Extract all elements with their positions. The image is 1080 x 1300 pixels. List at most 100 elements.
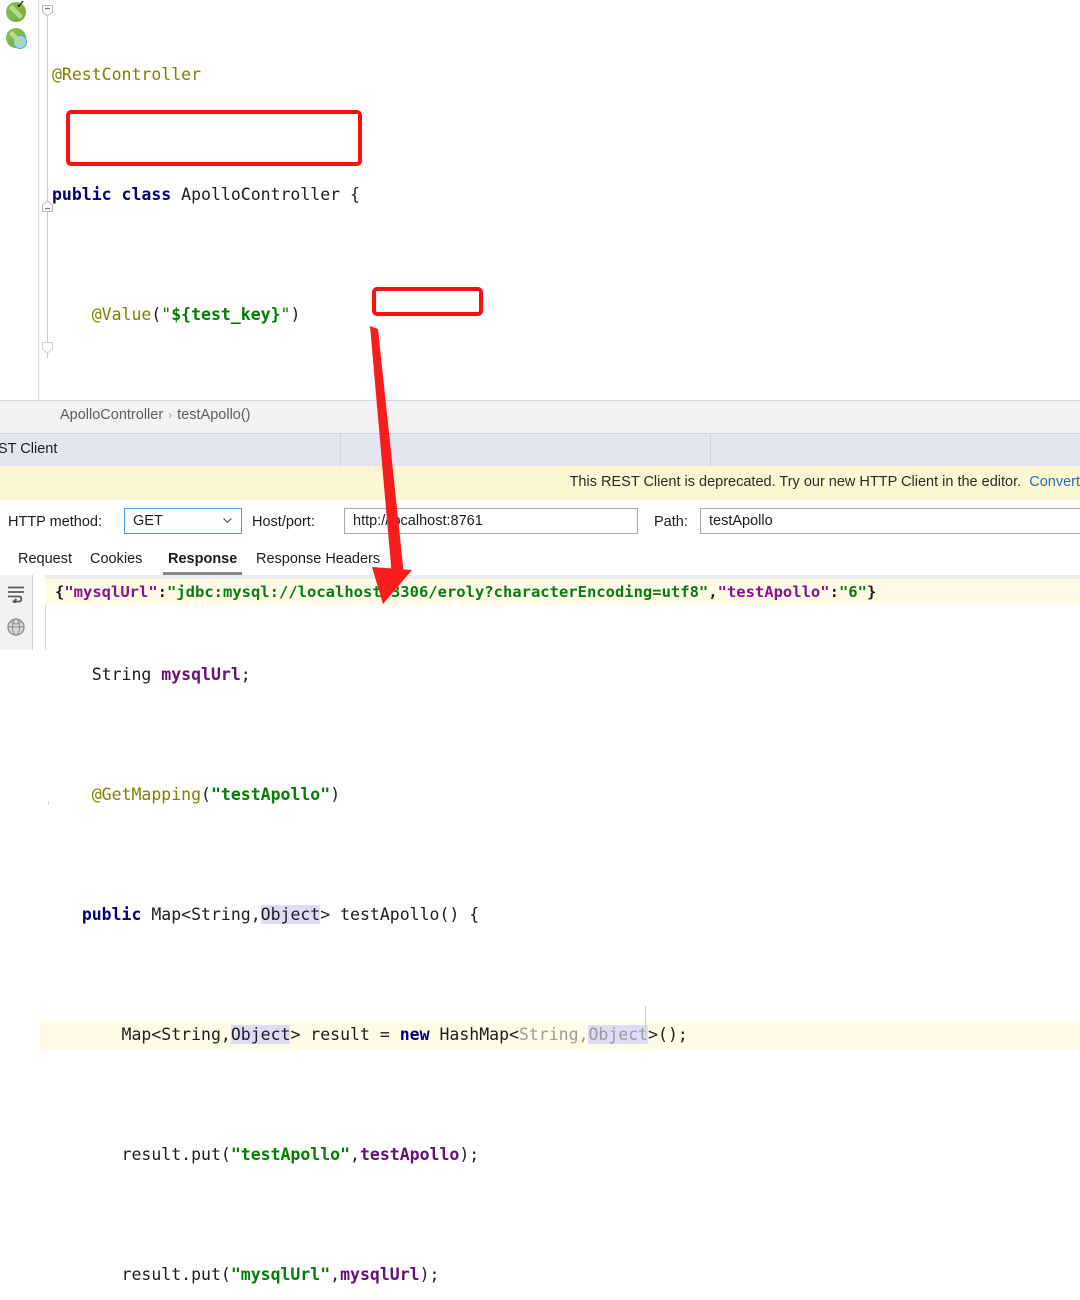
host-port-label: Host/port: [252,514,315,530]
http-method-label: HTTP method: [8,514,103,530]
code-editor[interactable]: ✓ c @RestController public class ApolloC… [0,0,1080,1284]
code-line-9: Map<String,Object> result = new HashMap<… [40,1020,1080,1050]
put-call-2: result.put( [121,1265,231,1284]
code-line-3: @Value("${test_key}") [40,300,1080,330]
paren-open-1: ( [151,305,162,324]
token-object-3: Object [588,1025,649,1044]
response-tabs: Request Cookies Response Response Header… [0,546,1080,576]
http-method-select[interactable]: GET [124,508,242,534]
response-panel: {"mysqlUrl":"jdbc:mysql://localhost:3306… [0,575,1080,650]
mapping-path-literal: "testApollo" [210,785,331,804]
check-icon: ✓ [16,0,26,11]
kw-class: class [121,185,172,204]
quote-1b: " [280,305,291,324]
code-content[interactable]: @RestController public class ApolloContr… [40,0,1080,1284]
json-value-testapollo: "6" [838,583,867,601]
banner-convert-link[interactable]: Convert [1029,474,1080,490]
kw-public: public [52,185,112,204]
annotation-restcontroller: @RestController [52,65,202,84]
decl-d: >(); [648,1025,688,1044]
toolwindow-divider-1 [340,433,341,466]
json-key-testapollo: "testApollo" [717,583,830,601]
breadcrumb-class[interactable]: ApolloController [60,407,163,423]
response-sidebar [0,575,33,650]
semi-2: ; [240,665,251,684]
tab-response-headers[interactable]: Response Headers [256,551,380,567]
breadcrumb-separator-icon: › [168,408,173,422]
editor-gutter[interactable]: ✓ c [0,0,40,400]
field-separator [645,1006,646,1038]
json-comma: , [708,583,718,601]
quote-1a: " [161,305,172,324]
breadcrumb-crumbs: ApolloController › testApollo() [60,407,251,423]
token-string-generic: String, [518,1025,589,1044]
code-line-6: String mysqlUrl; [40,660,1080,690]
kw-new: new [399,1025,430,1044]
paren-open-3: ( [201,785,211,804]
class-name: ApolloController { [171,185,360,204]
tab-cookies[interactable]: Cookies [90,551,142,567]
paren-close-3: ) [330,785,341,804]
toolwindow-header[interactable]: ST Client [0,433,1080,468]
put-semi-2: ; [429,1265,440,1284]
annotation-getmapping: @GetMapping [91,785,202,804]
comma-2: , [330,1265,341,1284]
spring-class-indicator-icon[interactable]: c [6,28,27,49]
json-colon-2: : [829,583,839,601]
token-object-2: Object [230,1025,291,1044]
json-value-mysqlurl: "jdbc:mysql://localhost:3306/eroly?chara… [167,583,709,601]
gutter-divider [38,0,39,400]
method-sig-b: > testApollo() { [320,905,480,924]
host-port-input[interactable]: http://localhost:8761 [344,508,638,534]
code-line-10: result.put("testApollo",testApollo); [40,1140,1080,1170]
toolwindow-title: ST Client [0,441,58,457]
code-line-8: public Map<String,Object> testApollo() { [40,900,1080,930]
path-input[interactable]: testApollo [700,508,1080,534]
open-in-browser-icon[interactable] [6,617,26,637]
decl-c: HashMap< [429,1025,519,1044]
put-paren-2: ) [419,1265,430,1284]
banner-message: This REST Client is deprecated. Try our … [569,474,1022,490]
placeholder-test-key: ${test_key} [171,305,281,324]
put-val-2: mysqlUrl [340,1265,420,1284]
path-value: testApollo [709,513,773,529]
decl-a: Map<String, [121,1025,231,1044]
annotation-value-1: @Value [91,305,152,324]
put-key-1: "testApollo" [230,1145,351,1164]
json-key-mysqlurl: "mysqlUrl" [64,583,158,601]
code-line-7: @GetMapping("testApollo") [40,780,1080,810]
code-line-2: public class ApolloController { [40,180,1080,210]
json-brace-close: } [866,583,877,601]
deprecation-banner: This REST Client is deprecated. Try our … [0,466,1080,501]
tab-response[interactable]: Response [168,551,237,567]
json-brace-open: { [55,583,65,601]
put-val-1: testApollo [359,1145,460,1164]
breadcrumb-method[interactable]: testApollo() [177,407,250,423]
soft-wrap-icon[interactable] [6,585,26,603]
chevron-down-icon [223,518,232,523]
kw-public-2: public [81,905,142,924]
put-end-1: ); [459,1145,480,1164]
comma-1: , [350,1145,360,1164]
toolwindow-divider-2 [710,433,711,466]
decl-b: > result = [290,1025,400,1044]
editor-tab-stub [0,801,49,805]
http-method-value: GET [133,513,163,529]
put-call-1: result.put( [121,1145,231,1164]
path-label: Path: [654,514,688,530]
request-bar: HTTP method: GET Host/port: http://local… [0,500,1080,1038]
response-body-line[interactable]: {"mysqlUrl":"jdbc:mysql://localhost:3306… [45,579,1080,605]
class-letter-icon: c [13,35,27,49]
field-mysqlurl: mysqlUrl [161,665,241,684]
breadcrumb[interactable]: ApolloController › testApollo() [0,400,1080,805]
spring-bean-indicator-icon[interactable]: ✓ [6,0,26,22]
paren-close-1: ) [290,305,301,324]
token-object-1: Object [260,905,321,924]
app-window: ✓ c @RestController public class ApolloC… [0,0,1080,1284]
tab-request[interactable]: Request [18,551,72,567]
method-sig-a: Map<String, [141,905,261,924]
code-line-11: result.put("mysqlUrl",mysqlUrl); [40,1260,1080,1290]
type-string-2: String [91,665,162,684]
json-colon-1: : [157,583,168,601]
banner-content: This REST Client is deprecated. Try our … [570,474,1080,490]
